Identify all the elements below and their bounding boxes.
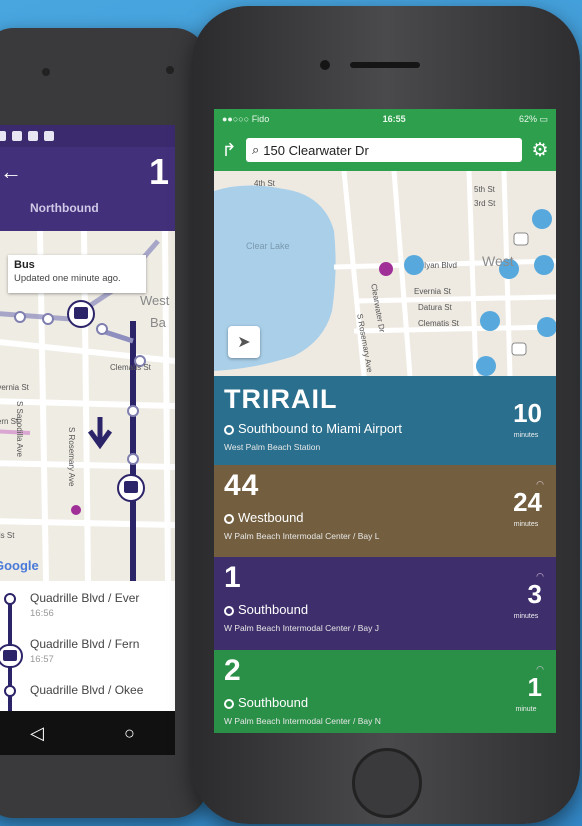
bus-info-popup[interactable]: Bus Updated one minute ago. [8,255,146,293]
map-label: Fern St [0,417,19,426]
stop-name: Quadrille Blvd / Ever [30,591,140,605]
front-camera [320,60,330,70]
back-triangle-icon[interactable]: ◁ [30,723,44,744]
stop-label: W Palm Beach Intermodal Center / Bay N [224,716,381,726]
map-label: Clear Lake [246,241,290,251]
app-header: ↱ ⌕ 150 Clearwater Dr ⚙ [214,129,556,171]
home-button[interactable] [352,748,422,818]
map-label: Clematis St [110,363,151,372]
map-label: Datura St [418,303,452,312]
stop-label: W Palm Beach Intermodal Center / Bay L [224,531,380,541]
stop-item[interactable]: Quadrille Blvd / Fern 16:57 [30,637,139,665]
directions-icon[interactable]: ↱ [220,140,238,161]
route-number: 44 [224,469,260,502]
stop-item[interactable]: Quadrille Blvd / Ever 16:56 [30,591,139,619]
carrier: ●●○○○ Fido [222,114,270,124]
map-label: Evernia St [414,287,451,296]
arrow-left-icon[interactable]: ← [0,159,22,185]
map-base [214,171,556,376]
map-label: Iyan Blvd [424,261,457,270]
android-nav-bar: ◁ ○ [0,711,175,755]
map-label: West [140,293,170,308]
map-label: S Sapodilla Ave [15,401,24,457]
route-number: 1 [224,561,242,594]
minutes-value: 1 [527,672,542,702]
android-status-bar [0,125,175,147]
search-icon: ⌕ [252,142,260,157]
map-label: 5th St [474,185,495,194]
direction-label: Southbound [224,695,308,710]
direction-label: Southbound to Miami Airport [224,421,402,436]
android-sensor [166,66,174,74]
map-label: Iris St [0,531,15,540]
clock: 16:55 [382,114,406,124]
ios-status-bar: ●●○○○ Fido 16:55 62% ▭ [214,109,556,129]
map-label: S Rosemary Ave [67,427,76,487]
notification-icon [0,131,6,141]
direction-label: Westbound [224,510,304,525]
iphone: ●●○○○ Fido 16:55 62% ▭ ↱ ⌕ 150 Clearwate… [192,6,580,824]
iphone-screen: ●●○○○ Fido 16:55 62% ▭ ↱ ⌕ 150 Clearwate… [214,109,556,733]
departure-card-route[interactable]: 2 Southbound W Palm Beach Intermodal Cen… [214,650,556,733]
minutes-value: 3 [527,579,542,609]
direction-label: Southbound [224,602,308,617]
popup-subtitle: Updated one minute ago. [14,273,121,284]
android-phone: ← 1 Northbound Clematis St S Sapodilla A… [0,28,208,818]
earpiece-speaker [350,62,420,68]
stop-item[interactable]: Quadrille Blvd / Okee [30,683,143,697]
search-value: 150 Clearwater Dr [263,142,369,158]
departure-card-route[interactable]: 1 Southbound W Palm Beach Intermodal Cen… [214,557,556,650]
departure-card-route[interactable]: 44 Westbound W Palm Beach Intermodal Cen… [214,465,556,558]
popup-title: Bus [14,259,35,271]
stop-list: Quadrille Blvd / Ever 16:56 Quadrille Bl… [0,581,175,711]
minutes-unit: minutes [513,613,539,620]
iphone-map[interactable]: Clear Lake Clearwater Dr S Rosemary Ave … [214,171,556,376]
minutes-value: 10 [513,398,542,428]
map-label: 3rd St [474,199,496,208]
stop-time: 16:57 [30,654,54,665]
stop-name: Quadrille Blvd / Okee [30,683,144,697]
android-map[interactable]: Clematis St S Sapodilla Ave S Rosemary A… [0,231,175,581]
minutes-unit: minutes [513,521,539,528]
minutes-unit: minutes [513,432,539,439]
route-number: 2 [224,654,242,687]
departure-card-trirail[interactable]: TRIRAIL Southbound to Miami Airport West… [214,376,556,469]
direction-tab[interactable]: Northbound [30,201,99,215]
gear-icon[interactable]: ⚙ [530,139,550,162]
location-arrow-icon[interactable]: ➤ [228,326,260,358]
map-label: Clematis St [418,319,459,328]
route-line [0,593,23,711]
route-number: 1 [148,151,169,192]
gmail-icon [44,131,54,141]
android-toolbar: ← 1 Northbound [0,147,175,231]
minutes-value: 24 [513,487,542,517]
stop-label: West Palm Beach Station [224,442,321,452]
stop-label: W Palm Beach Intermodal Center / Bay J [224,623,379,633]
android-camera [42,68,50,76]
home-circle-icon[interactable]: ○ [124,723,135,744]
map-label: Evernia St [0,383,29,392]
stop-time: 16:56 [30,608,54,619]
map-label: Ba [150,315,166,330]
notification-icon [28,131,38,141]
stop-name: Quadrille Blvd / Fern [30,637,140,651]
search-input[interactable]: ⌕ 150 Clearwater Dr [246,138,522,162]
battery: 62% ▭ [518,113,548,124]
google-logo: Google [0,558,39,573]
android-screen: ← 1 Northbound Clematis St S Sapodilla A… [0,125,175,755]
minutes-unit: minute [515,706,537,713]
trirail-logo: TRIRAIL [224,384,338,414]
map-label: West [482,253,514,269]
map-label: 4th St [254,179,275,188]
notification-icon [12,131,22,141]
